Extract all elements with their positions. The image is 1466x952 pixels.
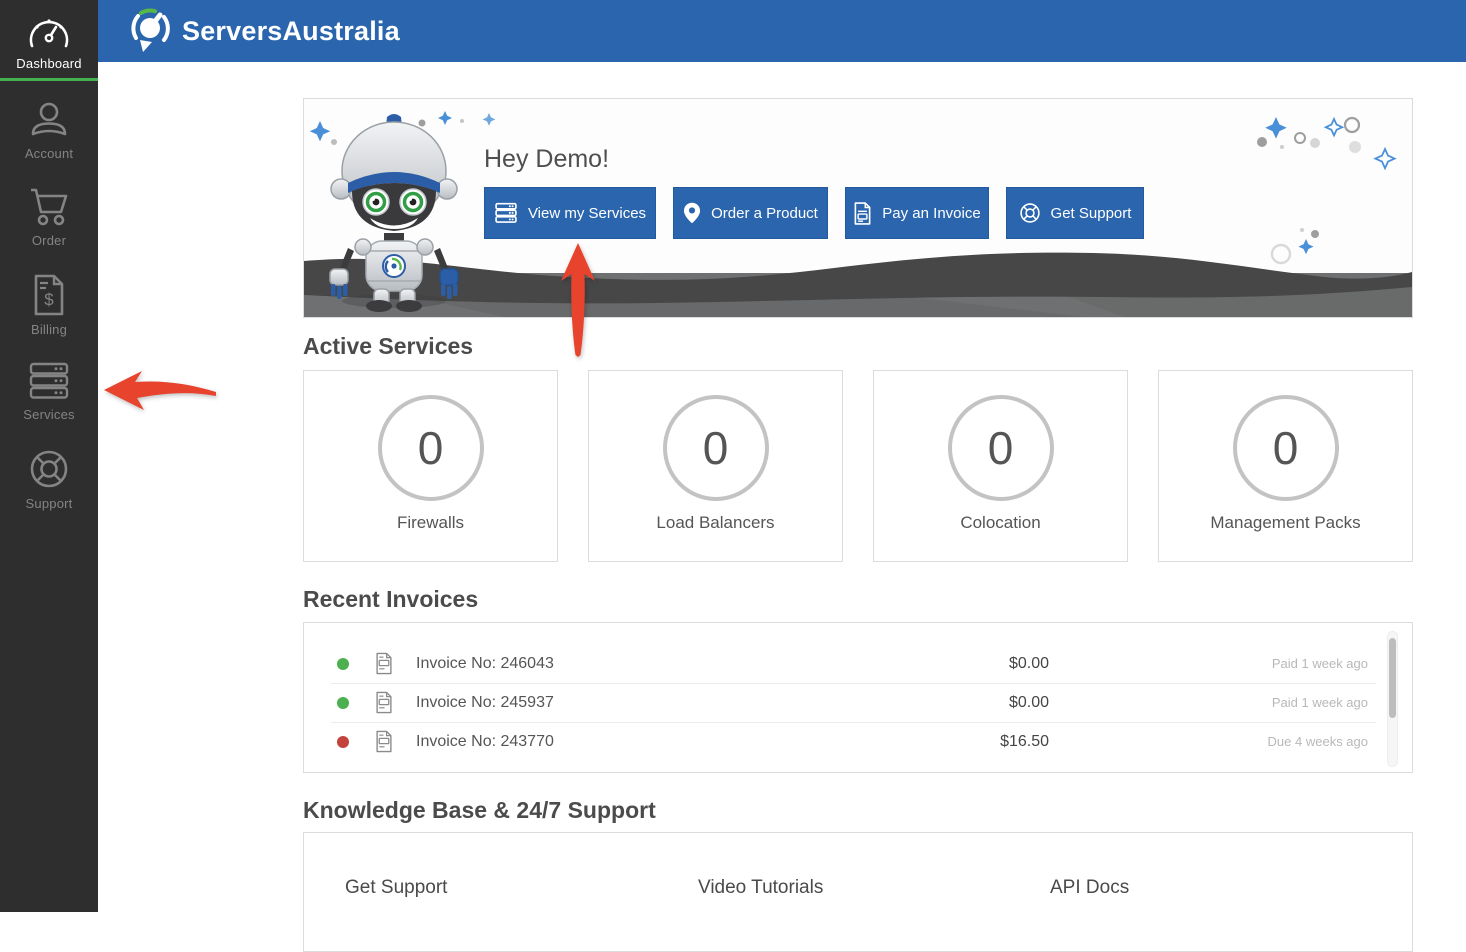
service-count: 0 — [1273, 421, 1299, 475]
sidebar-item-label: Order — [0, 233, 98, 248]
invoice-icon: $ — [32, 274, 66, 316]
service-label: Colocation — [874, 513, 1127, 533]
service-count: 0 — [418, 421, 444, 475]
service-count: 0 — [703, 421, 729, 475]
cart-icon — [28, 187, 70, 227]
count-circle: 0 — [378, 395, 484, 501]
svg-text:$: $ — [44, 290, 54, 309]
pay-an-invoice-button[interactable]: Pay an Invoice — [845, 187, 989, 239]
sidebar: Dashboard Account Order $ Billing — [0, 0, 98, 912]
invoice-doc-icon — [375, 691, 393, 714]
get-support-button[interactable]: Get Support — [1006, 187, 1144, 239]
kb-column-video-tutorials: Video Tutorials — [698, 877, 823, 899]
invoice-row[interactable]: Invoice No: 246043 $0.00 Paid 1 week ago — [304, 644, 1414, 683]
brand-logo[interactable]: ServersAustralia — [128, 8, 400, 54]
service-count: 0 — [988, 421, 1014, 475]
scrollbar-thumb[interactable] — [1389, 638, 1396, 718]
invoice-row[interactable]: Invoice No: 245937 $0.00 Paid 1 week ago — [304, 683, 1414, 722]
count-circle: 0 — [663, 395, 769, 501]
brand-name: ServersAustralia — [182, 16, 400, 47]
sidebar-item-services[interactable]: Services — [0, 361, 98, 433]
sidebar-item-label: Account — [0, 146, 98, 161]
invoice-icon — [853, 202, 872, 225]
user-icon — [29, 100, 69, 140]
invoice-number: Invoice No: 243770 — [416, 722, 554, 761]
button-label: Pay an Invoice — [882, 205, 980, 222]
count-circle: 0 — [1233, 395, 1339, 501]
sidebar-item-dashboard[interactable]: Dashboard — [0, 0, 98, 78]
status-dot — [337, 658, 349, 670]
service-card-management-packs[interactable]: 0 Management Packs — [1158, 370, 1413, 562]
button-label: Get Support — [1051, 205, 1132, 222]
map-pin-icon — [683, 202, 701, 224]
button-label: View my Services — [528, 205, 646, 222]
sidebar-item-label: Support — [0, 496, 98, 511]
invoice-doc-icon — [375, 730, 393, 753]
kb-column-get-support: Get Support — [345, 877, 447, 899]
invoice-status: Paid 1 week ago — [1272, 644, 1368, 683]
service-label: Firewalls — [304, 513, 557, 533]
invoice-status: Due 4 weeks ago — [1268, 722, 1368, 761]
view-my-services-button[interactable]: View my Services — [484, 187, 656, 239]
invoice-list-scrollbar[interactable] — [1387, 631, 1398, 767]
knowledge-base-panel: Get Support Video Tutorials API Docs — [303, 832, 1413, 952]
invoice-amount: $0.00 — [1009, 644, 1049, 683]
servers-icon — [28, 361, 70, 401]
sidebar-item-label: Dashboard — [0, 56, 98, 71]
invoice-amount: $16.50 — [1000, 722, 1049, 761]
recent-invoices-panel: Invoice No: 246043 $0.00 Paid 1 week ago… — [303, 622, 1413, 773]
sidebar-item-order[interactable]: Order — [0, 187, 98, 259]
count-circle: 0 — [948, 395, 1054, 501]
speedometer-logo-icon — [128, 8, 172, 54]
service-card-firewalls[interactable]: 0 Firewalls — [303, 370, 558, 562]
welcome-banner: Hey Demo! View my Services Order a Produ… — [303, 98, 1413, 318]
sidebar-item-label: Services — [0, 407, 98, 422]
service-label: Management Packs — [1159, 513, 1412, 533]
annotation-arrow-left — [102, 366, 218, 414]
button-label: Order a Product — [711, 205, 818, 222]
invoice-row[interactable]: Invoice No: 243770 $16.50 Due 4 weeks ag… — [304, 722, 1414, 761]
lifebuoy-icon — [1019, 202, 1041, 224]
sidebar-item-account[interactable]: Account — [0, 100, 98, 172]
invoice-doc-icon — [375, 652, 393, 675]
invoice-number: Invoice No: 245937 — [416, 683, 554, 722]
invoice-amount: $0.00 — [1009, 683, 1049, 722]
knowledge-base-title: Knowledge Base & 24/7 Support — [303, 797, 656, 824]
top-header: ServersAustralia — [98, 0, 1466, 62]
sidebar-item-billing[interactable]: $ Billing — [0, 274, 98, 346]
lifebuoy-icon — [28, 448, 70, 490]
status-dot — [337, 736, 349, 748]
invoice-status: Paid 1 week ago — [1272, 683, 1368, 722]
service-card-colocation[interactable]: 0 Colocation — [873, 370, 1128, 562]
order-a-product-button[interactable]: Order a Product — [673, 187, 828, 239]
gauge-icon — [28, 14, 70, 50]
sidebar-item-support[interactable]: Support — [0, 448, 98, 520]
active-indicator — [0, 78, 98, 81]
servers-icon — [494, 202, 518, 224]
invoice-number: Invoice No: 246043 — [416, 644, 554, 683]
annotation-arrow-up — [558, 242, 598, 358]
kb-column-api-docs: API Docs — [1050, 877, 1129, 899]
greeting-text: Hey Demo! — [484, 145, 609, 174]
robot-mascot-image — [310, 109, 478, 314]
active-services-title: Active Services — [303, 333, 473, 360]
service-card-load-balancers[interactable]: 0 Load Balancers — [588, 370, 843, 562]
sidebar-item-label: Billing — [0, 322, 98, 337]
recent-invoices-title: Recent Invoices — [303, 586, 478, 613]
service-label: Load Balancers — [589, 513, 842, 533]
status-dot — [337, 697, 349, 709]
